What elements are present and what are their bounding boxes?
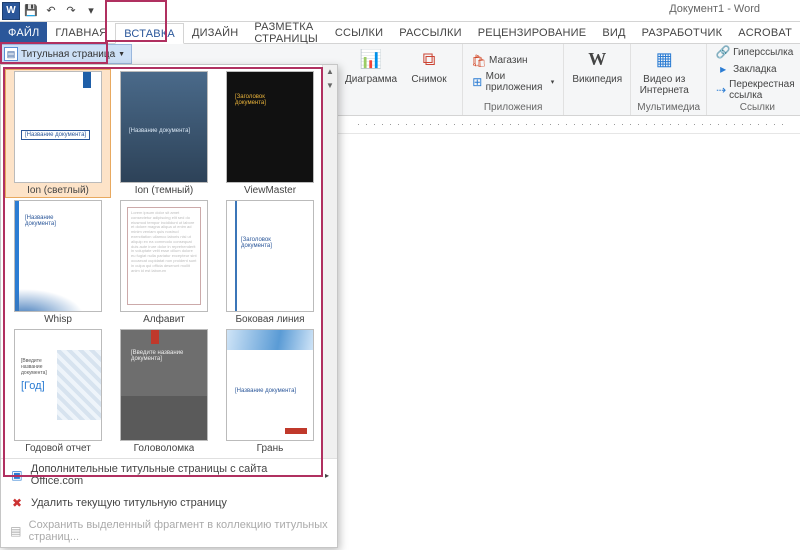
- gallery-item-label: Whisp: [44, 314, 72, 325]
- qat-customize-button[interactable]: ▾: [82, 2, 100, 20]
- ribbon-group-links: 🔗Гиперссылка ▸Закладка ⇢Перекрестная ссы…: [707, 44, 800, 115]
- gallery-item[interactable]: [Введитеназваниедокумента][Год] Годовой о…: [5, 327, 111, 456]
- gallery-scroll-down[interactable]: ▼: [324, 81, 336, 95]
- gallery-more-from-office[interactable]: ▣ Дополнительные титульные страницы с са…: [1, 459, 337, 491]
- wikipedia-icon: W: [583, 48, 611, 72]
- gallery-thumb: [Названиедокумента]: [14, 200, 102, 312]
- ribbon-group-illustrations-partial: 📊 Диаграмма ⧉ Снимок: [338, 44, 463, 115]
- crossref-button[interactable]: ⇢Перекрестная ссылка: [713, 78, 800, 102]
- chevron-right-icon: ▸: [325, 471, 329, 480]
- gallery-item-label: Ion (темный): [135, 185, 194, 196]
- online-video-button[interactable]: ▦ Видео из Интернета: [637, 46, 691, 98]
- save-selection-icon: ▤: [9, 523, 23, 539]
- save-icon: 💾: [24, 4, 38, 17]
- gallery-thumb: [Заголовокдокумента]: [226, 200, 314, 312]
- remove-icon: ✖: [9, 495, 25, 511]
- gallery-thumb: [Введитеназваниедокумента][Год]: [14, 329, 102, 441]
- word-app-icon: W: [2, 2, 20, 20]
- cover-page-label: Титульная страница: [21, 49, 115, 60]
- gallery-item[interactable]: [Название документа] Грань: [217, 327, 323, 456]
- gallery-item[interactable]: [Название документа] Ion (темный): [111, 69, 217, 198]
- gallery-item-label: Ion (светлый): [27, 185, 89, 196]
- ribbon-group-addins: 🛍Магазин ⊞Мои приложения▾ Приложения: [463, 44, 564, 115]
- cover-page-button[interactable]: ▤ Титульная страница ▼: [0, 44, 132, 64]
- gallery-grid: [Название документа]Ion (светлый)[Назван…: [1, 65, 337, 458]
- redo-icon: ↷: [66, 4, 75, 17]
- document-title: Документ1 - Word: [669, 3, 760, 15]
- gallery-item-label: Головоломка: [134, 443, 195, 454]
- gallery-item-label: Боковая линия: [235, 314, 304, 325]
- gallery-item[interactable]: [Заголовокдокумента] ViewMaster: [217, 69, 323, 198]
- gallery-thumb: [Введите названиедокумента]: [120, 329, 208, 441]
- gallery-item-label: ViewMaster: [244, 185, 296, 196]
- video-icon: ▦: [650, 48, 678, 72]
- chevron-down-icon: ▾: [551, 78, 555, 86]
- wikipedia-button[interactable]: W Википедия: [570, 46, 624, 87]
- tab-view[interactable]: ВИД: [594, 22, 633, 43]
- ribbon-group-media: ▦ Видео из Интернета Мультимедиа: [631, 44, 707, 115]
- gallery-thumb: Lorem ipsum dolor sit amet consectetur a…: [120, 200, 208, 312]
- screenshot-icon: ⧉: [415, 48, 443, 72]
- gallery-footer: ▣ Дополнительные титульные страницы с са…: [1, 458, 337, 547]
- hyperlink-icon: 🔗: [716, 45, 730, 59]
- bookmark-button[interactable]: ▸Закладка: [713, 61, 800, 77]
- tab-references[interactable]: ССЫЛКИ: [327, 22, 391, 43]
- gallery-remove-cover[interactable]: ✖ Удалить текущую титульную страницу: [1, 491, 337, 515]
- gallery-thumb: [Заголовокдокумента]: [226, 71, 314, 183]
- gallery-item[interactable]: [Название документа] Ion (светлый): [5, 69, 111, 198]
- document-area[interactable]: [338, 134, 800, 550]
- chart-icon: 📊: [357, 48, 385, 72]
- store-button[interactable]: 🛍Магазин: [469, 53, 557, 69]
- gallery-item-label: Грань: [257, 443, 284, 454]
- gallery-thumb: [Название документа]: [226, 329, 314, 441]
- undo-icon: ↶: [46, 4, 55, 17]
- gallery-scroll-up[interactable]: ▲: [324, 67, 336, 81]
- tab-file[interactable]: ФАЙЛ: [0, 22, 47, 43]
- gallery-item[interactable]: [Названиедокумента] Whisp: [5, 198, 111, 327]
- screenshot-button[interactable]: ⧉ Снимок: [402, 46, 456, 87]
- horizontal-ruler: [338, 116, 800, 134]
- my-addins-button[interactable]: ⊞Мои приложения▾: [469, 70, 557, 94]
- chevron-down-icon: ▾: [88, 4, 94, 17]
- quick-access-toolbar: W 💾 ↶ ↷ ▾: [0, 2, 100, 20]
- ribbon-tabs: ФАЙЛ ГЛАВНАЯ ВСТАВКА ДИЗАЙН РАЗМЕТКА СТР…: [0, 22, 800, 44]
- chevron-down-icon: ▼: [118, 51, 125, 58]
- tab-developer[interactable]: РАЗРАБОТЧИК: [634, 22, 731, 43]
- hyperlink-button[interactable]: 🔗Гиперссылка: [713, 44, 800, 60]
- bookmark-icon: ▸: [716, 62, 730, 76]
- tab-layout[interactable]: РАЗМЕТКА СТРАНИЦЫ: [246, 22, 327, 43]
- title-bar: W 💾 ↶ ↷ ▾ Документ1 - Word: [0, 0, 800, 22]
- tab-insert[interactable]: ВСТАВКА: [115, 23, 184, 44]
- tab-review[interactable]: РЕЦЕНЗИРОВАНИЕ: [470, 22, 595, 43]
- save-button[interactable]: 💾: [22, 2, 40, 20]
- gallery-thumb: [Название документа]: [14, 71, 102, 183]
- office-icon: ▣: [9, 467, 25, 483]
- tab-mailings[interactable]: РАССЫЛКИ: [391, 22, 469, 43]
- cover-page-gallery: [Название документа]Ion (светлый)[Назван…: [0, 64, 338, 548]
- crossref-icon: ⇢: [716, 83, 726, 97]
- tab-design[interactable]: ДИЗАЙН: [184, 22, 246, 43]
- redo-button[interactable]: ↷: [62, 2, 80, 20]
- undo-button[interactable]: ↶: [42, 2, 60, 20]
- addins-icon: ⊞: [472, 75, 483, 89]
- gallery-thumb: [Название документа]: [120, 71, 208, 183]
- ribbon-group-wikipedia: W Википедия: [564, 44, 631, 115]
- gallery-item[interactable]: Lorem ipsum dolor sit amet consectetur a…: [111, 198, 217, 327]
- store-icon: 🛍: [472, 54, 486, 68]
- gallery-item[interactable]: [Заголовокдокумента] Боковая линия: [217, 198, 323, 327]
- gallery-item[interactable]: [Введите названиедокумента] Головоломка: [111, 327, 217, 456]
- tab-acrobat[interactable]: ACROBAT: [730, 22, 800, 43]
- gallery-save-selection: ▤ Сохранить выделенный фрагмент в коллек…: [1, 515, 337, 547]
- cover-page-icon: ▤: [4, 47, 18, 61]
- gallery-item-label: Годовой отчет: [25, 443, 91, 454]
- gallery-item-label: Алфавит: [143, 314, 185, 325]
- chart-button[interactable]: 📊 Диаграмма: [344, 46, 398, 87]
- tab-home[interactable]: ГЛАВНАЯ: [47, 22, 115, 43]
